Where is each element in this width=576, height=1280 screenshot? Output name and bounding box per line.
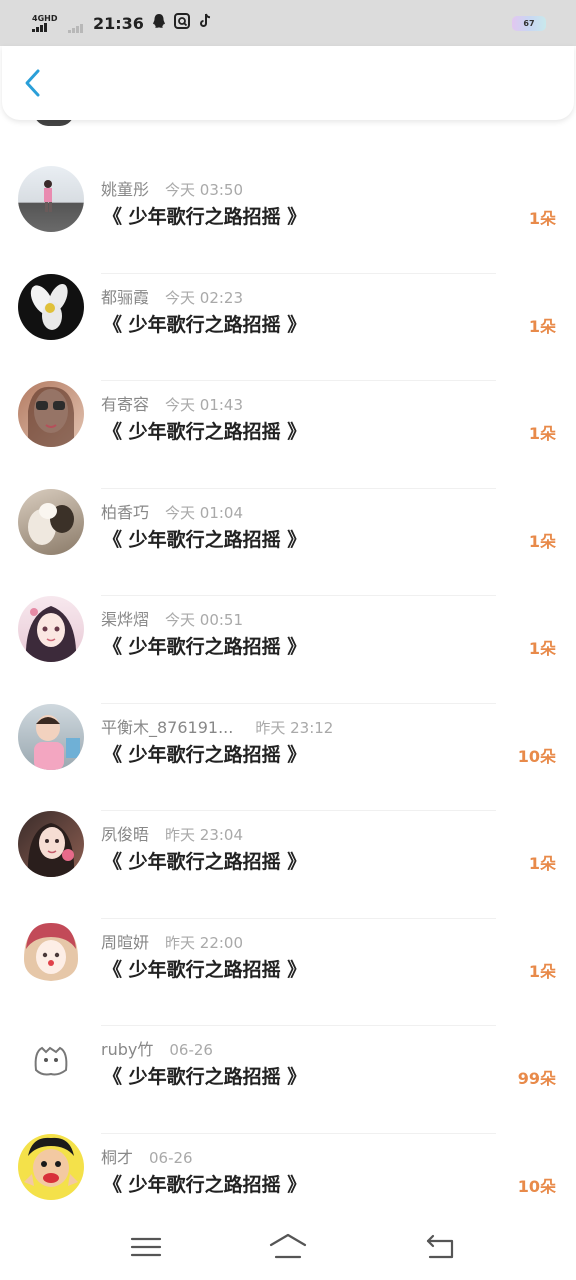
sender-name: 夙俊晤 [101,825,150,844]
timestamp: 昨天 23:04 [165,826,244,844]
gift-message: 《 少年歌行之路招摇 》 [103,1173,307,1196]
list-item[interactable]: 周暄妍 昨天 22:00 《 少年歌行之路招摇 》 1朵 [0,873,576,1026]
gift-message: 《 少年歌行之路招摇 》 [103,313,307,336]
gift-message: 《 少年歌行之路招摇 》 [103,206,307,228]
back-button[interactable] [18,66,48,100]
chevron-left-icon [25,69,40,97]
list-item[interactable]: 姚童彤 今天 03:50 《 少年歌行之路招摇 》 1朵 [0,120,576,274]
network-label: 4GHD [32,14,58,23]
sender-name: 都骊霞 [101,287,150,307]
avatar [18,381,84,447]
system-nav-bar [0,1215,576,1280]
battery-icon: 67 [512,15,546,31]
gift-message: 《 少年歌行之路招摇 》 [103,851,307,873]
name-line: 柏香巧 今天 01:04 [101,499,243,523]
sender-name: 柏香巧 [101,502,150,522]
gift-count: 10朵 [517,746,556,766]
home-icon [269,1233,307,1259]
sender-name: 周暄妍 [101,932,150,952]
name-line: 夙俊晤 昨天 23:04 [101,821,243,845]
camera-app-icon [173,13,190,33]
name-line: 周暄妍 昨天 22:00 [101,929,243,953]
gift-message: 《 少年歌行之路招摇 》 [103,1066,307,1088]
gift-count: 1朵 [528,316,556,336]
sender-name: 平衡木_876191... [101,717,234,737]
avatar [18,1133,84,1200]
gift-message: 《 少年歌行之路招摇 》 [103,743,307,766]
screen: 4GHD 21:36 67 姚童彤 今天 03:50 《 少年歌行之路招摇 》 … [0,0,576,1280]
timestamp: 今天 01:43 [165,396,244,414]
sender-name: 渠烨熠 [101,610,150,629]
clock: 21:36 [93,13,144,33]
list-item[interactable]: 柏香巧 今天 01:04 《 少年歌行之路招摇 》 1朵 [0,443,576,596]
avatar [18,166,84,232]
menu-icon [130,1237,162,1257]
timestamp: 06-26 [169,1041,213,1059]
list-item[interactable]: 夙俊晤 昨天 23:04 《 少年歌行之路招摇 》 1朵 [0,765,576,919]
signal-icon [32,23,47,32]
avatar [18,488,84,555]
name-line: 都骊霞 今天 02:23 [101,284,243,308]
sender-name: 姚童彤 [101,180,150,199]
gift-list: 姚童彤 今天 03:50 《 少年歌行之路招摇 》 1朵 都骊霞 今天 02:2… [0,120,576,1200]
gift-count: 1朵 [528,424,556,443]
gift-count: 1朵 [528,854,556,873]
list-item[interactable]: 有寄容 今天 01:43 《 少年歌行之路招摇 》 1朵 [0,335,576,489]
back-nav-button[interactable] [422,1231,458,1261]
home-button[interactable] [268,1231,308,1261]
qq-icon [152,13,166,33]
gift-message: 《 少年歌行之路招摇 》 [103,528,307,551]
gift-message: 《 少年歌行之路招摇 》 [103,421,307,443]
avatar [18,273,84,340]
list-item[interactable]: 平衡木_876191... 昨天 23:12 《 少年歌行之路招摇 》 10朵 [0,658,576,811]
list-item[interactable]: 渠烨熠 今天 00:51 《 少年歌行之路招摇 》 1朵 [0,550,576,704]
name-line: 渠烨熠 今天 00:51 [101,606,243,630]
list-item[interactable]: 桐才 06-26 《 少年歌行之路招摇 》 10朵 [0,1088,576,1200]
list-item[interactable]: ruby竹 06-26 《 少年歌行之路招摇 》 99朵 [0,980,576,1134]
timestamp: 昨天 23:12 [255,718,334,737]
list-item[interactable]: 都骊霞 今天 02:23 《 少年歌行之路招摇 》 1朵 [0,228,576,381]
timestamp: 06-26 [149,1148,193,1167]
timestamp: 今天 03:50 [165,181,244,199]
timestamp: 今天 02:23 [165,288,244,307]
gift-count: 99朵 [517,1069,556,1088]
signal-2-icon [68,23,83,33]
name-line: ruby竹 06-26 [101,1036,213,1060]
gift-count: 10朵 [517,1176,556,1196]
timestamp: 今天 00:51 [165,611,244,629]
status-bar: 4GHD 21:36 67 [0,0,576,46]
avatar [18,596,84,662]
gift-count: 1朵 [528,639,556,658]
gift-count: 1朵 [528,531,556,551]
menu-button[interactable] [128,1231,164,1261]
gift-message: 《 少年歌行之路招摇 》 [103,636,307,658]
name-line: 桐才 06-26 [101,1144,193,1168]
name-line: 平衡木_876191... 昨天 23:12 [101,714,333,738]
gift-message: 《 少年歌行之路招摇 》 [103,958,307,981]
back-icon [426,1234,454,1259]
network-indicator: 4GHD [32,14,62,32]
battery-level: 67 [523,18,535,28]
gift-count: 1朵 [528,209,556,228]
sender-name: 桐才 [101,1147,134,1167]
timestamp: 今天 01:04 [165,503,244,522]
tiktok-icon [198,13,212,33]
sender-name: ruby竹 [101,1040,154,1059]
header [2,46,574,120]
name-line: 姚童彤 今天 03:50 [101,176,243,200]
gift-count: 1朵 [528,961,556,981]
name-line: 有寄容 今天 01:43 [101,391,243,415]
avatar [18,811,84,877]
avatar [18,1026,84,1092]
avatar [18,918,84,985]
avatar [18,703,84,770]
timestamp: 昨天 22:00 [165,933,244,952]
sender-name: 有寄容 [101,395,150,414]
